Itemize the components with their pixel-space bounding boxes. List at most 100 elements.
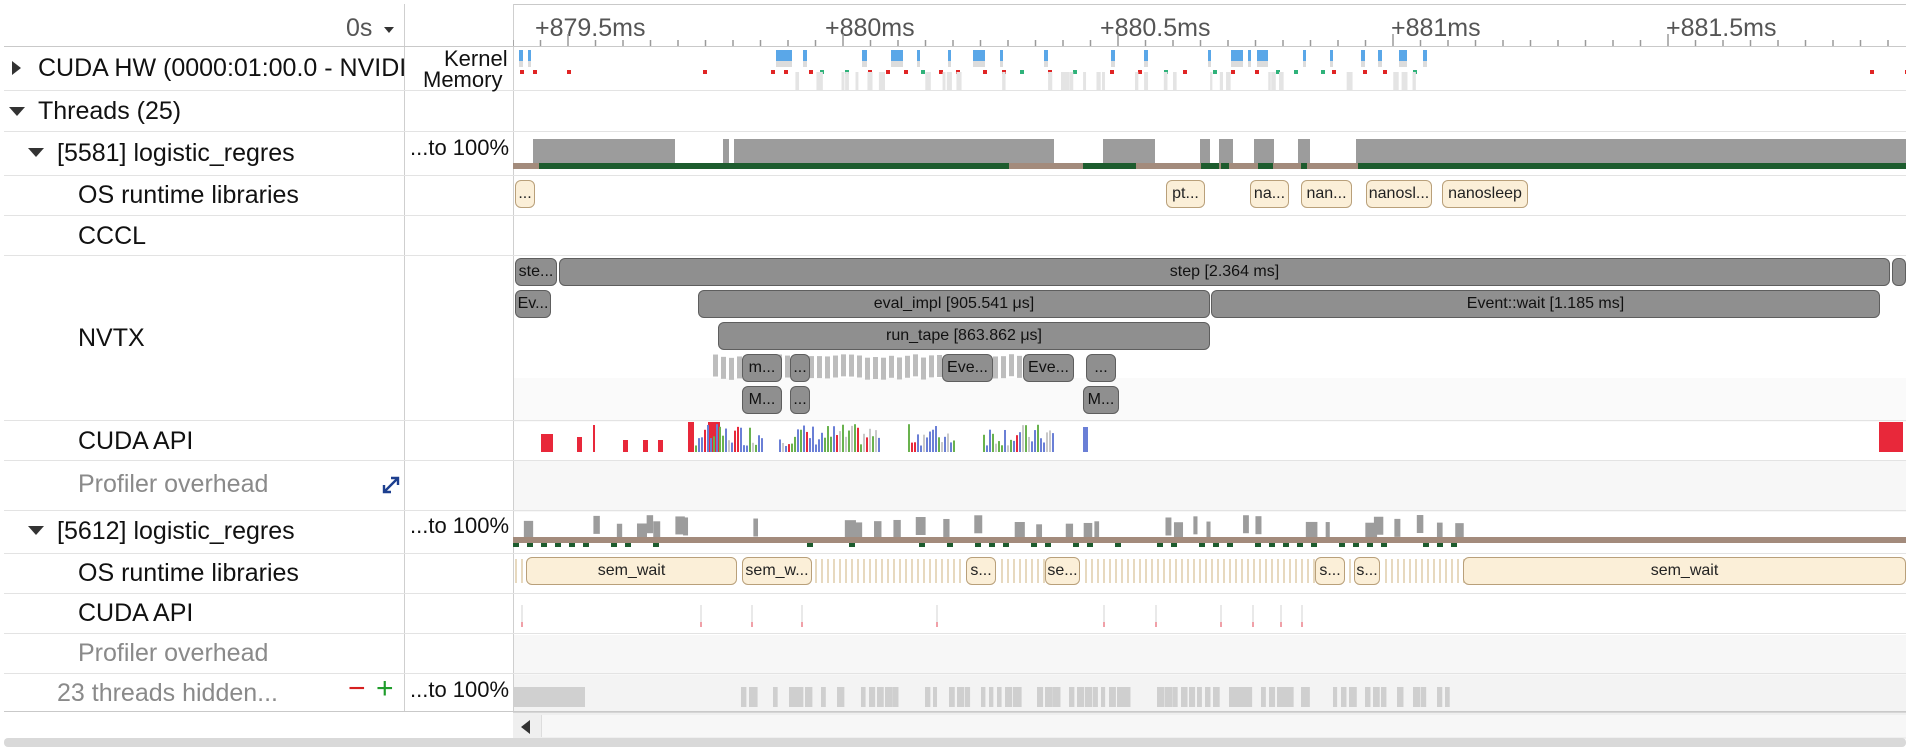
memory-event[interactable] [983, 70, 987, 74]
hidden-thread-activity[interactable] [1037, 687, 1044, 707]
os-event-tick[interactable] [1253, 559, 1255, 583]
hidden-thread-activity[interactable] [989, 687, 994, 707]
kernel-shadow[interactable] [1144, 61, 1148, 67]
memory-event[interactable] [809, 70, 813, 74]
thread-activity[interactable] [1298, 139, 1310, 163]
kernel-shadow[interactable] [528, 61, 531, 67]
cuda-api-event[interactable] [1004, 429, 1006, 452]
cuda-api-event[interactable] [911, 442, 913, 452]
hidden-thread-activity[interactable] [1277, 687, 1286, 707]
memory-shadow[interactable] [946, 72, 952, 90]
cuda-api-event[interactable] [658, 440, 663, 452]
os-event-tick[interactable] [1139, 559, 1141, 583]
cuda-api-event[interactable] [809, 438, 811, 452]
os-event-tick[interactable] [1097, 559, 1099, 583]
cuda-api-event[interactable] [794, 436, 796, 452]
os-event-tick[interactable] [1295, 559, 1297, 583]
thread-running-bar[interactable] [555, 543, 561, 547]
cuda-api-event[interactable] [752, 442, 754, 452]
hidden-thread-activity[interactable] [1285, 687, 1294, 707]
memory-shadow[interactable] [878, 72, 885, 90]
hidden-thread-activity[interactable] [1229, 687, 1238, 707]
thread-running-bar[interactable] [1358, 163, 1906, 169]
os-event-tick[interactable] [1433, 559, 1435, 583]
thread-activity[interactable] [1243, 515, 1249, 534]
os-event-tick[interactable] [1181, 559, 1183, 583]
memory-event[interactable] [1255, 70, 1259, 74]
kernel-shadow[interactable] [1361, 61, 1365, 67]
hidden-thread-activity[interactable] [1101, 687, 1106, 707]
hidden-thread-activity[interactable] [805, 687, 813, 707]
thread-activity[interactable] [974, 515, 983, 534]
time-ruler[interactable]: +879.5ms +880ms +880.5ms +881ms +881.5ms [513, 4, 1906, 46]
nvtx-range[interactable]: Ev... [515, 290, 551, 318]
cuda-api-event[interactable] [869, 428, 871, 452]
cuda-api-event[interactable] [746, 445, 748, 452]
cuda-api-event[interactable] [983, 434, 985, 452]
os-event-tick[interactable] [515, 559, 517, 583]
thread-running-bar[interactable] [1353, 543, 1359, 547]
cuda-api-event[interactable] [701, 437, 703, 452]
hidden-thread-activity[interactable] [1421, 687, 1427, 707]
cuda-api-event[interactable] [821, 432, 823, 452]
cuda-api-event[interactable] [920, 445, 922, 452]
os-event[interactable]: nanosleep [1442, 180, 1528, 208]
cuda-api-event[interactable] [695, 445, 697, 452]
memory-shadow[interactable] [1083, 72, 1087, 90]
cuda-api-event[interactable] [815, 444, 817, 452]
nvtx-range[interactable]: M... [742, 386, 782, 414]
thread-running-bar[interactable] [569, 543, 575, 547]
cuda-api-event[interactable] [866, 437, 868, 452]
os-event-tick[interactable] [1169, 559, 1171, 583]
timeline-tracks[interactable] [513, 47, 1906, 711]
cuda-api-event[interactable] [758, 435, 760, 452]
hidden-thread-activity[interactable] [1165, 687, 1173, 707]
os-event-tick[interactable] [1421, 559, 1423, 583]
cuda-api-event[interactable] [839, 431, 841, 452]
os-event[interactable]: s... [966, 557, 996, 585]
cuda-api-event[interactable] [908, 424, 910, 452]
cuda-api-event[interactable] [950, 442, 952, 452]
cuda-api-event[interactable] [785, 445, 787, 452]
cuda-api-event[interactable] [737, 426, 739, 452]
cuda-api-event[interactable] [806, 431, 808, 452]
nvtx-range[interactable]: ... [790, 354, 810, 382]
thread-running-bar[interactable] [1199, 543, 1205, 547]
os-event-tick[interactable] [1157, 559, 1159, 583]
memory-shadow[interactable] [1412, 72, 1416, 90]
os-event-tick[interactable] [941, 559, 943, 583]
horizontal-scrollbar[interactable] [4, 738, 1906, 747]
cuda-api-event[interactable] [521, 622, 523, 627]
memory-event[interactable] [567, 70, 571, 74]
cuda-api-event[interactable] [926, 437, 928, 452]
os-event-tick[interactable] [887, 559, 889, 583]
os-event-tick[interactable] [1439, 559, 1441, 583]
cuda-api-event[interactable] [818, 439, 820, 452]
hidden-thread-activity[interactable] [949, 687, 955, 707]
memory-shadow[interactable] [817, 72, 823, 90]
os-event-tick[interactable] [1103, 559, 1105, 583]
cuda-api-event[interactable] [863, 433, 865, 452]
thread-running-bar[interactable] [989, 543, 995, 547]
os-event-tick[interactable] [959, 559, 961, 583]
cuda-api-event[interactable] [700, 622, 702, 627]
hidden-thread-activity[interactable] [1069, 687, 1075, 707]
memory-shadow[interactable] [1219, 72, 1223, 90]
os-event-tick[interactable] [923, 559, 925, 583]
thread-activity[interactable] [943, 518, 950, 537]
cuda-api-event[interactable] [800, 429, 802, 452]
cuda-api-event[interactable] [749, 427, 751, 452]
nvtx-label[interactable]: NVTX [78, 324, 145, 353]
nvtx-small-range[interactable] [713, 354, 718, 377]
os-event-tick[interactable] [953, 559, 955, 583]
hidden-thread-activity[interactable] [1077, 687, 1085, 707]
os-event-tick[interactable] [1025, 559, 1027, 583]
cuda-api-event[interactable] [1010, 439, 1012, 452]
plus-button[interactable]: + [376, 672, 394, 706]
hidden-thread-activity[interactable] [1373, 687, 1380, 707]
memory-event[interactable] [1213, 70, 1217, 74]
cuda-api-event[interactable] [872, 436, 874, 452]
cuda-api-event[interactable] [854, 424, 856, 452]
cuda-api-label[interactable]: CUDA API [78, 427, 193, 456]
nvtx-range[interactable]: m... [742, 354, 782, 382]
